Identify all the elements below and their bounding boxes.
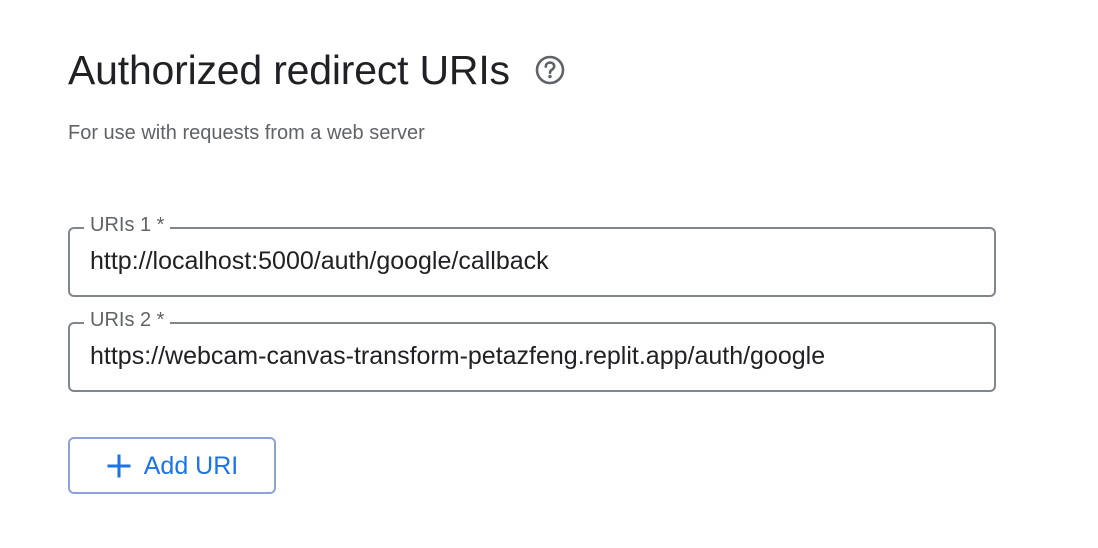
uri-input-1[interactable] <box>90 243 970 279</box>
uri-field-2[interactable]: URIs 2 * <box>68 306 996 392</box>
add-uri-button[interactable]: Add URI <box>68 437 276 494</box>
section-subtitle: For use with requests from a web server <box>68 122 425 144</box>
uri-input-2[interactable] <box>90 338 970 374</box>
uri-field-2-label: URIs 2 * <box>84 306 171 334</box>
section-header: Authorized redirect URIs <box>68 44 566 96</box>
section-title: Authorized redirect URIs <box>68 47 510 93</box>
uri-field-1-label: URIs 1 * <box>84 211 171 239</box>
redirect-uris-section: Authorized redirect URIs For use with re… <box>0 0 1098 548</box>
add-uri-label: Add URI <box>143 451 239 480</box>
help-circle-icon[interactable] <box>534 54 566 86</box>
uri-field-1[interactable]: URIs 1 * <box>68 211 996 297</box>
plus-icon <box>106 453 132 479</box>
